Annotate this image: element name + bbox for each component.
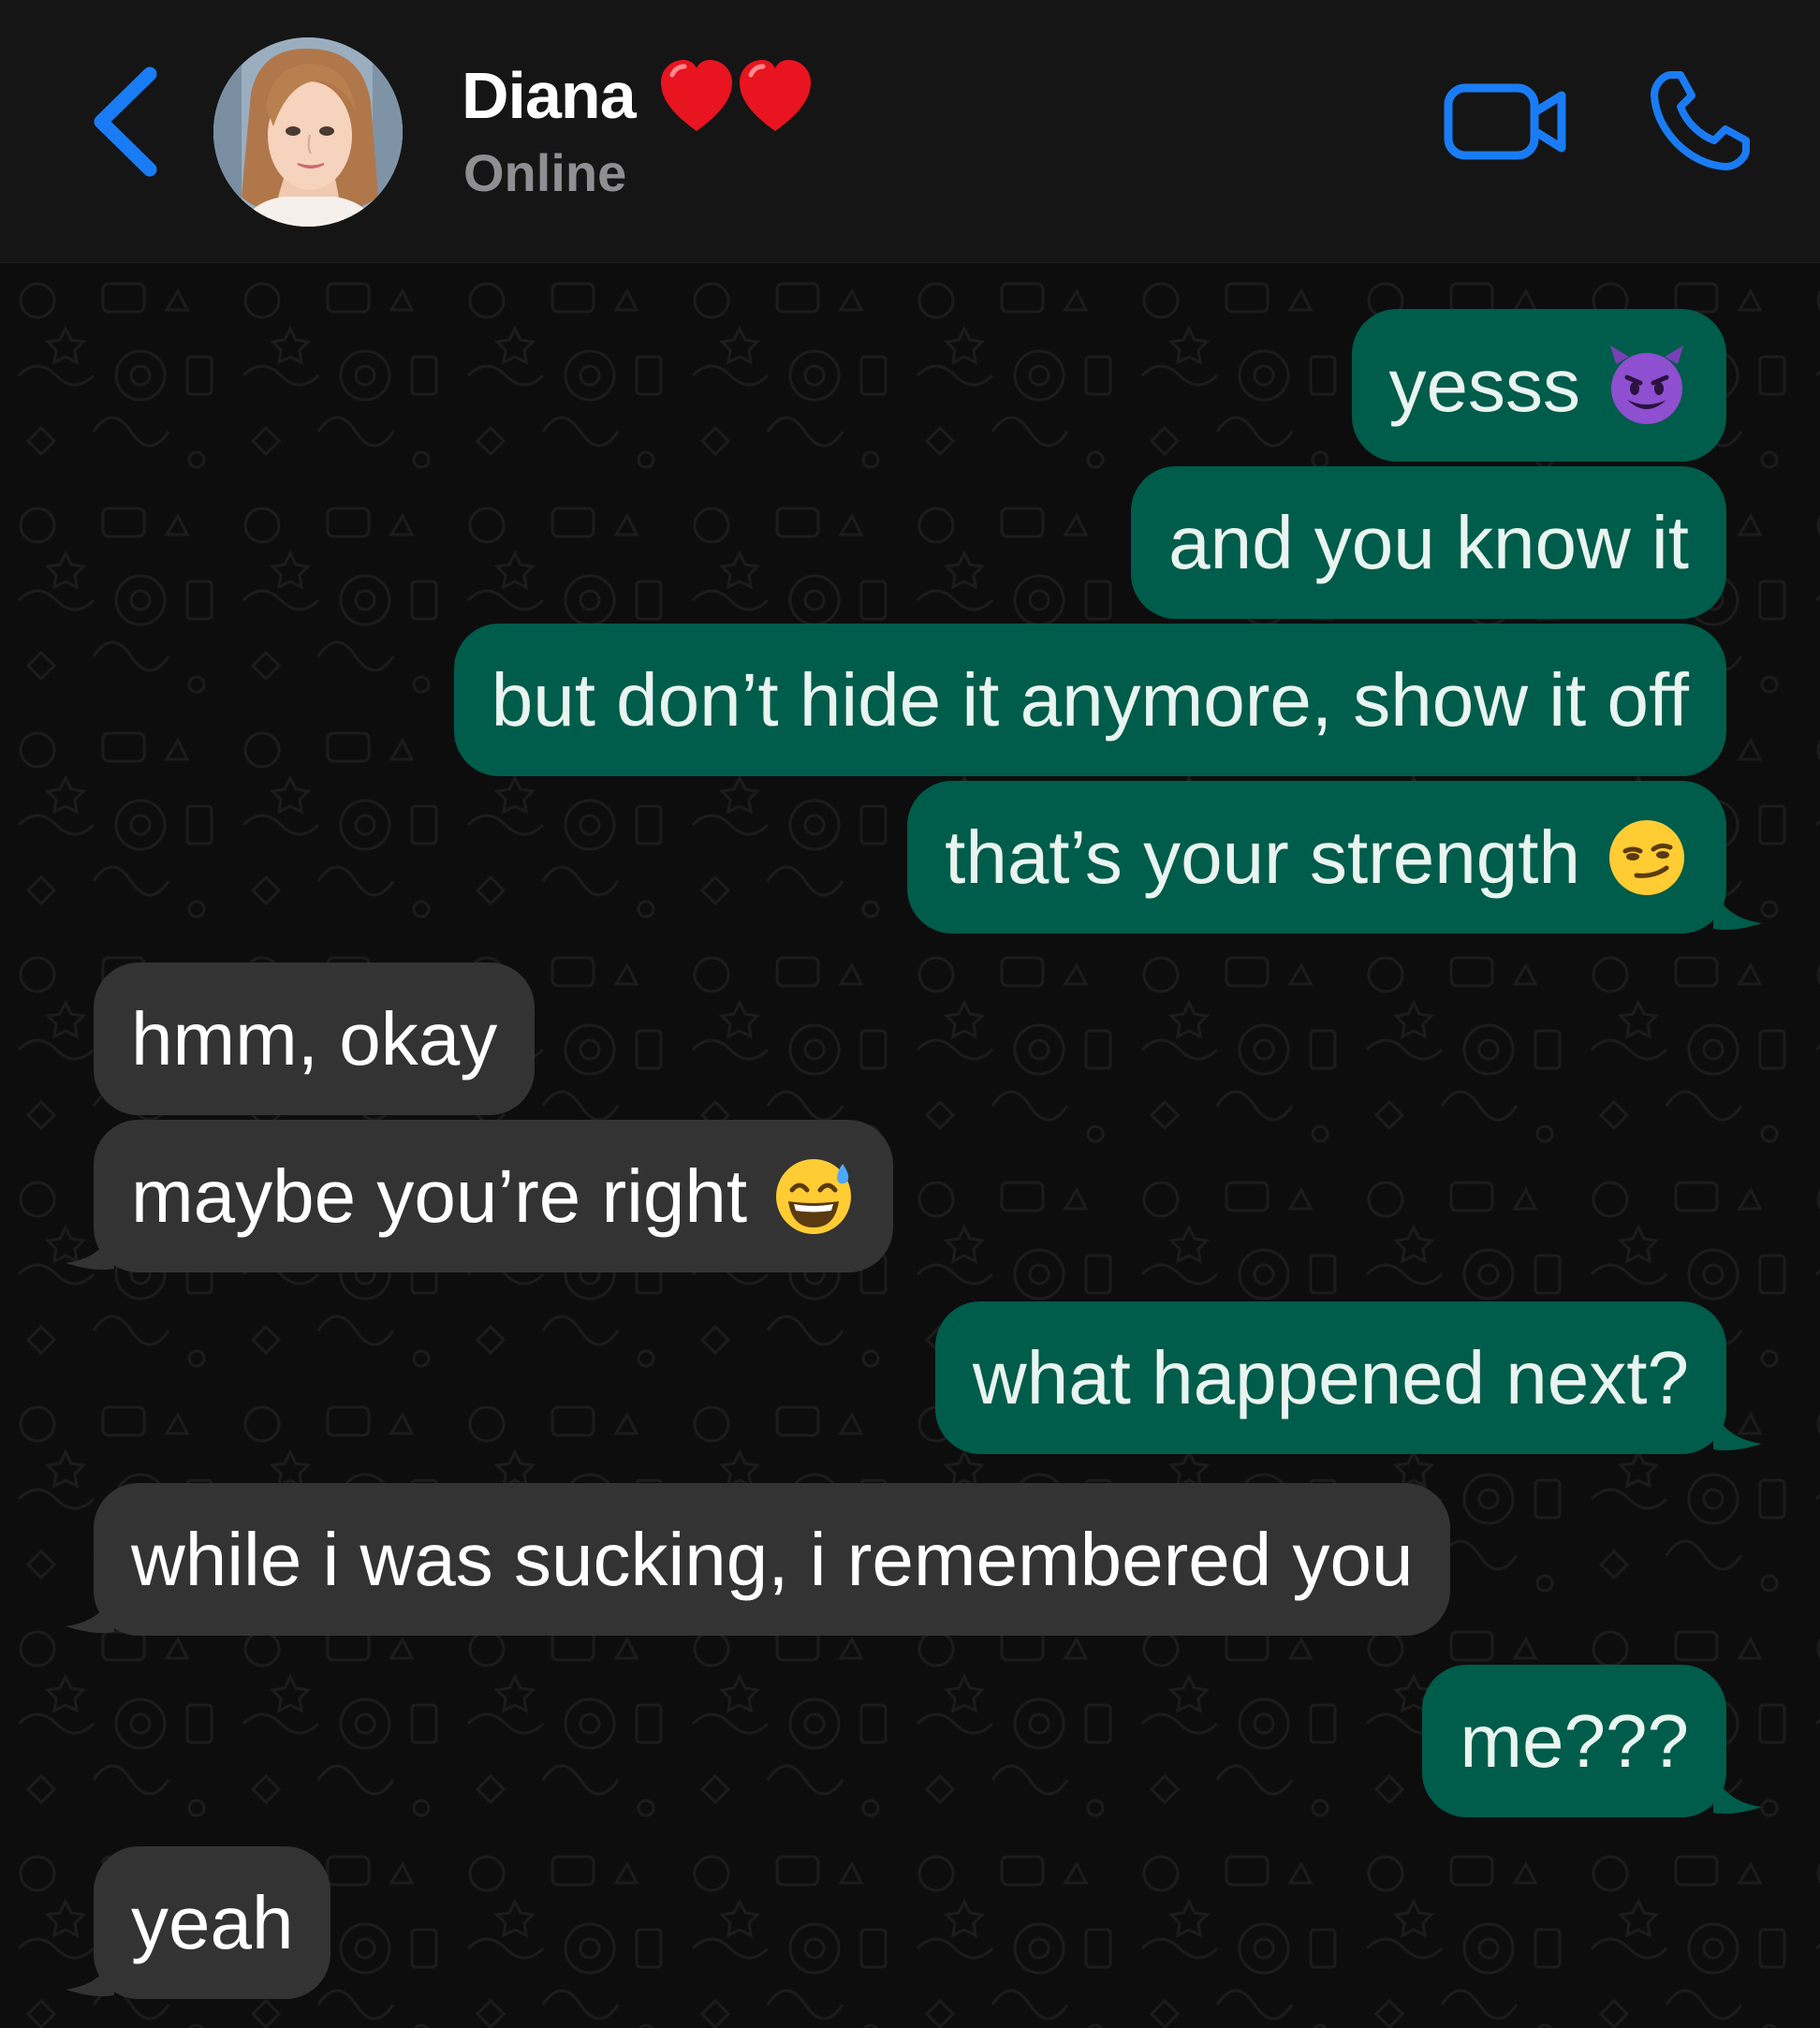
grinning-sweat-emoji (776, 1158, 852, 1234)
bubble-tail (1713, 1770, 1762, 1815)
message-text: while i was sucking, i remembered you (131, 1518, 1414, 1601)
outgoing-message[interactable]: me??? (1422, 1665, 1726, 1817)
video-camera-icon (1444, 83, 1566, 160)
message-list[interactable]: yesss and you know it but don’t hide it … (0, 263, 1820, 2028)
incoming-message[interactable]: while i was sucking, i remembered you (94, 1483, 1451, 1636)
message-text: hmm, okay (131, 997, 498, 1080)
phone-icon (1651, 71, 1750, 170)
video-call-button[interactable] (1442, 75, 1573, 169)
message-text: but don’t hide it anymore, show it off (491, 658, 1689, 742)
outgoing-message[interactable]: that’s your strength (907, 781, 1726, 933)
contact-name[interactable]: Diana (462, 58, 637, 133)
heart-emoji (661, 60, 811, 131)
message-text: and you know it (1168, 501, 1689, 584)
incoming-message[interactable]: hmm, okay (94, 963, 536, 1115)
contact-status: Online (463, 143, 627, 202)
outgoing-message[interactable]: but don’t hide it anymore, show it off (453, 624, 1726, 776)
bubble-tail (1713, 886, 1762, 931)
incoming-message[interactable]: yeah (94, 1846, 331, 1999)
bubble-tail (66, 1589, 114, 1634)
bubble-tail (1713, 1406, 1762, 1451)
smiling-devil-emoji (1610, 345, 1683, 424)
outgoing-message[interactable]: yesss (1351, 309, 1726, 462)
outgoing-message[interactable]: and you know it (1131, 466, 1726, 619)
incoming-message[interactable]: maybe you’re right (94, 1120, 894, 1272)
message-text: yesss (1388, 344, 1581, 427)
chat-screen: Diana Online yesss and you know it but d… (0, 0, 1820, 2028)
message-text: me??? (1460, 1699, 1689, 1783)
back-chevron-icon (94, 66, 157, 177)
message-text: that’s your strength (945, 816, 1580, 899)
outgoing-message[interactable]: what happened next? (934, 1301, 1726, 1454)
message-text: what happened next? (972, 1336, 1689, 1419)
contact-avatar[interactable] (213, 37, 403, 227)
bubble-tail (66, 1952, 114, 1997)
voice-call-button[interactable] (1643, 66, 1755, 178)
back-button[interactable] (84, 61, 169, 183)
bubble-tail (66, 1226, 114, 1271)
message-text: yeah (131, 1881, 294, 1964)
smirking-face-emoji (1609, 819, 1684, 895)
chat-header: Diana Online (0, 0, 1820, 263)
message-text: maybe you’re right (131, 1154, 748, 1238)
